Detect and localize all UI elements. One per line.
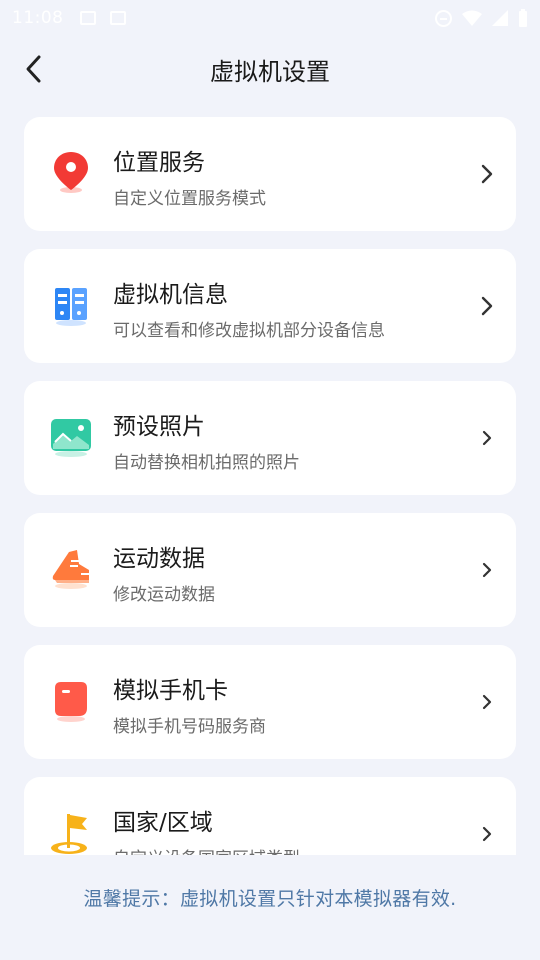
android-icon <box>109 11 126 25</box>
chevron-right-icon <box>482 562 492 578</box>
setting-item-vm-info[interactable]: 虚拟机信息 可以查看和修改虚拟机部分设备信息 <box>24 249 516 363</box>
photo-icon <box>49 414 93 460</box>
device-info-icon <box>49 282 93 328</box>
footer-tip: 温馨提示：虚拟机设置只针对本模拟器有效. <box>83 888 457 910</box>
sim-card-icon <box>49 678 93 724</box>
setting-name: 运动数据 <box>113 546 205 572</box>
setting-desc: 可以查看和修改虚拟机部分设备信息 <box>113 321 385 341</box>
setting-desc: 自动替换相机拍照的照片 <box>113 453 300 473</box>
back-button[interactable] <box>18 53 48 85</box>
chevron-right-icon <box>481 296 493 316</box>
wifi-icon <box>462 10 482 26</box>
chevron-right-icon <box>481 164 493 184</box>
page-title: 虚拟机设置 <box>210 57 330 86</box>
chevron-left-icon <box>26 55 41 83</box>
setting-name: 虚拟机信息 <box>113 282 228 308</box>
location-pin-icon <box>49 150 93 196</box>
status-bar: 11:08 <box>0 0 540 36</box>
flag-icon <box>49 810 93 855</box>
dnd-icon <box>435 9 452 27</box>
setting-desc: 修改运动数据 <box>113 585 215 605</box>
settings-list[interactable]: 位置服务 自定义位置服务模式 虚拟机信息 可以查看和修改虚拟机部分设备信息 预设… <box>0 117 540 855</box>
setting-desc: 模拟手机号码服务商 <box>113 717 266 737</box>
battery-icon <box>519 9 527 27</box>
chevron-right-icon <box>482 694 492 710</box>
setting-name: 国家/区域 <box>113 810 213 836</box>
setting-desc: 自定义位置服务模式 <box>113 189 266 209</box>
signal-icon <box>492 10 508 26</box>
setting-name: 预设照片 <box>113 414 205 440</box>
setting-item-photo[interactable]: 预设照片 自动替换相机拍照的照片 <box>24 381 516 495</box>
chevron-right-icon <box>482 430 492 446</box>
app-header: 虚拟机设置 <box>0 36 540 102</box>
image-icon <box>79 11 96 25</box>
sneaker-icon <box>49 546 93 592</box>
setting-item-location[interactable]: 位置服务 自定义位置服务模式 <box>24 117 516 231</box>
setting-name: 位置服务 <box>113 150 205 176</box>
setting-item-sport[interactable]: 运动数据 修改运动数据 <box>24 513 516 627</box>
setting-item-region[interactable]: 国家/区域 自定义设备国家区域类型 <box>24 777 516 855</box>
chevron-right-icon <box>482 826 492 842</box>
status-time: 11:08 <box>12 8 64 28</box>
setting-name: 模拟手机卡 <box>113 678 228 704</box>
setting-item-sim[interactable]: 模拟手机卡 模拟手机号码服务商 <box>24 645 516 759</box>
setting-desc: 自定义设备国家区域类型 <box>113 844 300 855</box>
footer: 温馨提示：虚拟机设置只针对本模拟器有效. <box>0 855 540 960</box>
